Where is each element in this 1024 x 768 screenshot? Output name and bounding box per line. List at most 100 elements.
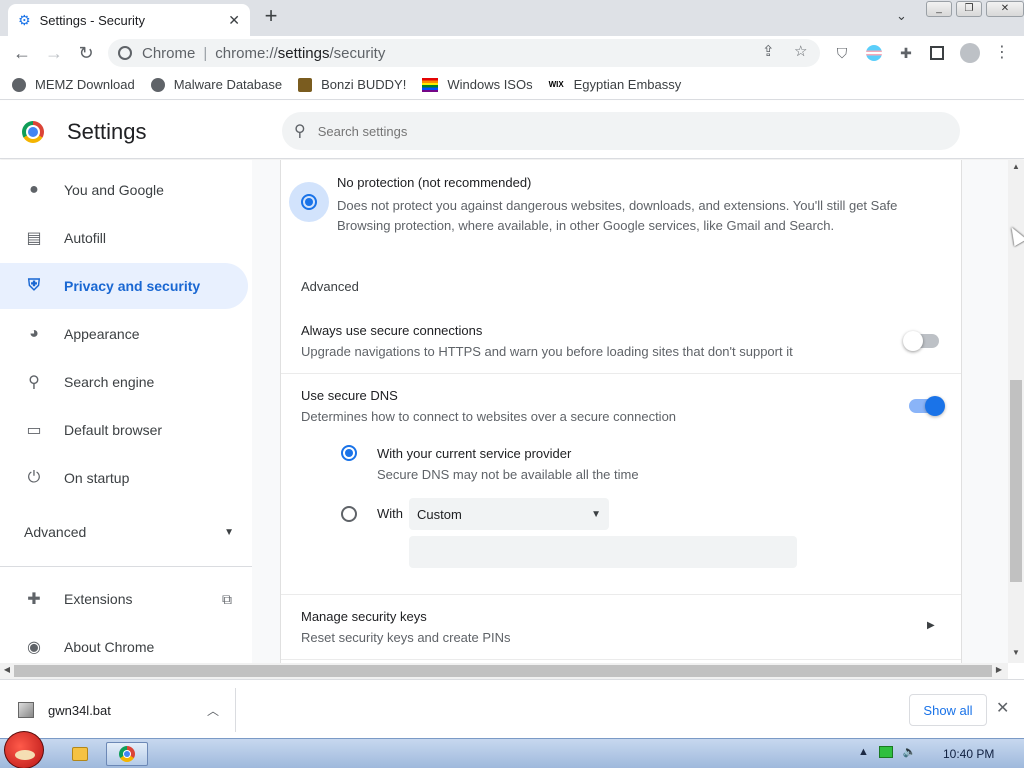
search-icon: ⚲	[28, 374, 40, 391]
dns-provider-select[interactable]: Custom ▼	[409, 498, 609, 530]
bookmark-star-icon[interactable]: ☆	[794, 42, 807, 60]
clipboard-icon: ▤	[26, 230, 42, 247]
flag-extension-icon[interactable]	[866, 45, 882, 61]
sidebar-item-label: You and Google	[64, 182, 164, 198]
secure-dns-row: Use secure DNS Determines how to connect…	[301, 388, 676, 427]
secure-dns-toggle[interactable]	[909, 396, 945, 416]
url-scheme: Chrome	[142, 44, 196, 62]
dns-current-provider-radio[interactable]	[341, 445, 357, 461]
sidebar-item-search-engine[interactable]: ⚲ Search engine	[0, 359, 248, 405]
security-settings-card: No protection (not recommended) Does not…	[280, 160, 962, 663]
scroll-right-icon[interactable]: ▶	[992, 665, 1006, 677]
globe-icon	[12, 77, 26, 92]
search-settings-box[interactable]: ⚲	[282, 112, 960, 150]
puzzle-icon[interactable]: ✚	[898, 45, 914, 61]
share-icon[interactable]: ⇪	[762, 42, 775, 60]
sidebar-item-extensions[interactable]: ✚ Extensions ⧉	[0, 576, 248, 622]
new-tab-button[interactable]: +	[258, 4, 284, 30]
no-protection-radio[interactable]	[289, 182, 329, 222]
no-protection-option: No protection (not recommended) Does not…	[337, 175, 947, 236]
side-panel-icon[interactable]	[930, 46, 944, 60]
close-icon[interactable]: ✕	[996, 698, 1009, 718]
sidebar-item-appearance[interactable]: ◕ Appearance	[0, 311, 248, 357]
sidebar-advanced-toggle[interactable]: Advanced ▼	[24, 524, 234, 540]
open-in-new-icon: ⧉	[222, 590, 232, 607]
chrome-logo-icon	[22, 121, 44, 143]
start-button[interactable]	[4, 731, 44, 768]
power-icon: ⏻	[27, 469, 41, 486]
ublock-icon[interactable]: ⛉	[834, 45, 850, 61]
address-bar[interactable]: Chrome | chrome://settings/security	[108, 39, 820, 67]
custom-dns-input[interactable]	[409, 536, 797, 568]
search-input[interactable]	[317, 123, 918, 139]
manage-security-keys-row[interactable]: Manage security keys Reset security keys…	[301, 609, 941, 648]
secure-dns-desc: Determines how to connect to websites ov…	[301, 409, 677, 424]
scroll-left-icon[interactable]: ◀	[0, 665, 14, 677]
back-button[interactable]: ←	[10, 41, 34, 65]
close-tab-icon[interactable]: ✕	[228, 12, 240, 29]
sidebar-item-default-browser[interactable]: ▭ Default browser	[0, 407, 248, 453]
taskbar-chrome[interactable]	[106, 742, 148, 766]
bookmark-bonzi[interactable]: Bonzi BUDDY!	[298, 77, 406, 92]
bookmark-malware-db[interactable]: Malware Database	[150, 77, 282, 92]
taskbar-clock[interactable]: 10:40 PM	[943, 747, 994, 761]
sidebar-item-you-and-google[interactable]: ● You and Google	[0, 167, 248, 213]
horizontal-scrollbar[interactable]: ◀ ▶	[0, 663, 1008, 679]
scrollbar-thumb[interactable]	[14, 665, 992, 677]
show-all-button[interactable]: Show all	[909, 694, 987, 726]
tray-arrow-icon[interactable]: ▲	[858, 746, 869, 758]
person-icon: ●	[29, 181, 39, 198]
secure-connections-toggle[interactable]	[903, 331, 939, 351]
sidebar-divider	[0, 566, 252, 567]
dns-current-provider-option: With your current service provider Secur…	[377, 446, 639, 485]
scrollbar-thumb[interactable]	[1010, 380, 1022, 582]
scroll-down-icon[interactable]: ▼	[1008, 648, 1024, 662]
forward-button[interactable]: →	[42, 41, 66, 65]
sidebar-item-label: Search engine	[64, 374, 155, 390]
browser-icon: ▭	[26, 422, 42, 439]
minimize-button[interactable]: _	[926, 1, 952, 17]
scroll-up-icon[interactable]: ▲	[1008, 162, 1024, 176]
bookmark-memz[interactable]: MEMZ Download	[12, 77, 135, 92]
taskbar-explorer[interactable]	[62, 742, 98, 766]
download-filename: gwn34l.bat	[48, 702, 111, 718]
dns-provider-selected: Custom	[417, 506, 462, 522]
page-title: Settings	[67, 119, 147, 144]
sidebar-item-privacy-and-security[interactable]: ⛨ Privacy and security	[0, 263, 248, 309]
chrome-icon: ◉	[27, 639, 41, 656]
more-menu-icon[interactable]: ⋮	[994, 45, 1010, 61]
caret-down-icon: ▼	[224, 526, 234, 538]
sidebar-item-label: Appearance	[64, 326, 140, 342]
volume-icon[interactable]: 🔈	[903, 745, 917, 758]
row-divider	[281, 594, 961, 595]
window-controls: _ ❐ ✕	[926, 1, 1024, 17]
tab-settings-security[interactable]: ⚙ Settings - Security ✕	[8, 4, 250, 36]
folder-icon	[72, 747, 88, 761]
bookmark-egyptian-embassy[interactable]: WIX Egyptian Embassy	[549, 77, 682, 92]
tab-strip: ⚙ Settings - Security ✕ + ⌄ _ ❐ ✕	[0, 0, 1024, 36]
tab-search-chevron-icon[interactable]: ⌄	[896, 8, 907, 24]
bookmarks-bar: MEMZ Download Malware Database Bonzi BUD…	[0, 70, 1024, 100]
settings-header: Settings ⚲	[0, 101, 1024, 159]
secure-connections-title: Always use secure connections	[301, 323, 483, 338]
taskbar: ▲ 🔈 10:40 PM	[0, 731, 1024, 768]
profile-avatar-icon[interactable]	[960, 43, 980, 63]
bookmark-windows-isos[interactable]: Windows ISOs	[422, 77, 533, 92]
advanced-label: Advanced	[24, 524, 87, 540]
download-item[interactable]: gwn34l.bat ︿	[0, 688, 236, 732]
palette-icon: ◕	[29, 325, 39, 342]
sidebar-item-label: On startup	[64, 470, 130, 486]
chevron-up-icon[interactable]: ︿	[207, 702, 219, 719]
restore-button[interactable]: ❐	[956, 1, 982, 17]
toolbar: ← → ↻ Chrome | chrome://settings/securit…	[0, 36, 1024, 70]
close-window-button[interactable]: ✕	[986, 1, 1024, 17]
dns-custom-radio[interactable]	[341, 506, 357, 522]
sidebar-item-autofill[interactable]: ▤ Autofill	[0, 215, 248, 261]
security-keys-desc: Reset security keys and create PINs	[301, 630, 511, 645]
sidebar: ● You and Google ▤ Autofill ⛨ Privacy an…	[0, 160, 252, 663]
sidebar-item-on-startup[interactable]: ⏻ On startup	[0, 455, 248, 501]
sidebar-item-label: Extensions	[64, 591, 133, 607]
network-icon[interactable]	[878, 745, 893, 758]
search-icon: ⚲	[294, 123, 306, 140]
reload-button[interactable]: ↻	[74, 41, 98, 65]
